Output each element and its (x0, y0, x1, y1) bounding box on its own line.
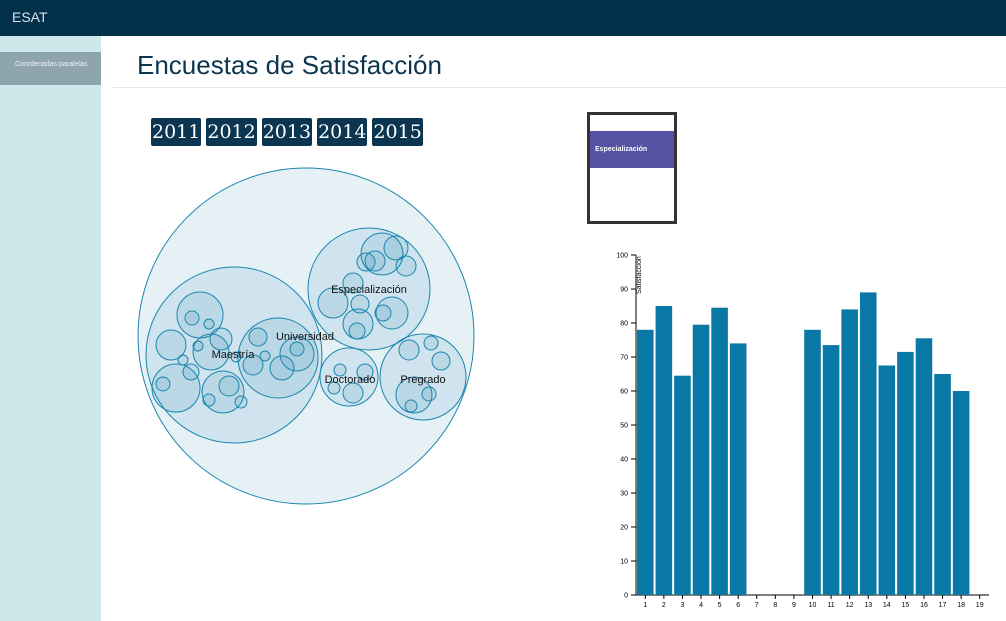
x-tick-label: 8 (773, 602, 777, 609)
y-axis-label: Satisfacción (636, 256, 643, 294)
x-tick-label: 13 (864, 602, 872, 609)
x-tick-label: 7 (755, 602, 759, 609)
y-tick-label: 40 (620, 457, 628, 464)
y-tick-label: 20 (620, 525, 628, 532)
y-tick-label: 0 (624, 593, 628, 600)
bar[interactable] (637, 329, 654, 595)
y-tick-label: 30 (620, 491, 628, 498)
bar[interactable] (729, 343, 747, 595)
x-tick-label: 6 (736, 602, 740, 609)
bar[interactable] (934, 374, 951, 595)
bar[interactable] (711, 307, 728, 595)
bar[interactable] (674, 375, 691, 595)
x-tick-label: 14 (883, 602, 891, 609)
bar[interactable] (915, 338, 933, 595)
bar[interactable] (822, 345, 840, 595)
x-tick-label: 12 (846, 602, 854, 609)
bar[interactable] (952, 391, 970, 595)
x-tick-label: 2 (662, 602, 666, 609)
x-tick-label: 3 (680, 602, 684, 609)
y-tick-label: 80 (620, 321, 628, 328)
x-tick-label: 5 (718, 602, 722, 609)
bar-chart: 01020304050607080901001 2 3 4 5 6 7 8 9 10 11 12 13 1… (616, 253, 989, 609)
x-tick-label: 11 (827, 602, 834, 609)
bar[interactable] (841, 309, 858, 595)
y-tick-label: 50 (620, 423, 628, 430)
bar[interactable] (804, 329, 821, 595)
bar[interactable] (692, 324, 710, 595)
y-tick-label: 70 (620, 355, 628, 362)
x-tick-label: 9 (792, 602, 796, 609)
x-tick-label: 16 (920, 602, 928, 609)
x-tick-label: 15 (901, 602, 909, 609)
bar[interactable] (878, 365, 896, 596)
y-tick-label: 10 (620, 559, 628, 566)
x-tick-label: 17 (939, 602, 947, 609)
x-tick-label: 19 (976, 602, 984, 609)
bar[interactable] (655, 306, 673, 595)
x-tick-label: 10 (809, 602, 817, 609)
y-tick-label: 90 (620, 287, 628, 294)
x-tick-label: 4 (699, 602, 703, 609)
y-tick-label: 60 (620, 389, 628, 396)
bar[interactable] (897, 351, 914, 595)
x-tick-label: 1 (643, 602, 647, 609)
y-tick-label: 100 (616, 253, 628, 260)
bar[interactable] (859, 292, 877, 595)
x-tick-label: 18 (957, 602, 965, 609)
